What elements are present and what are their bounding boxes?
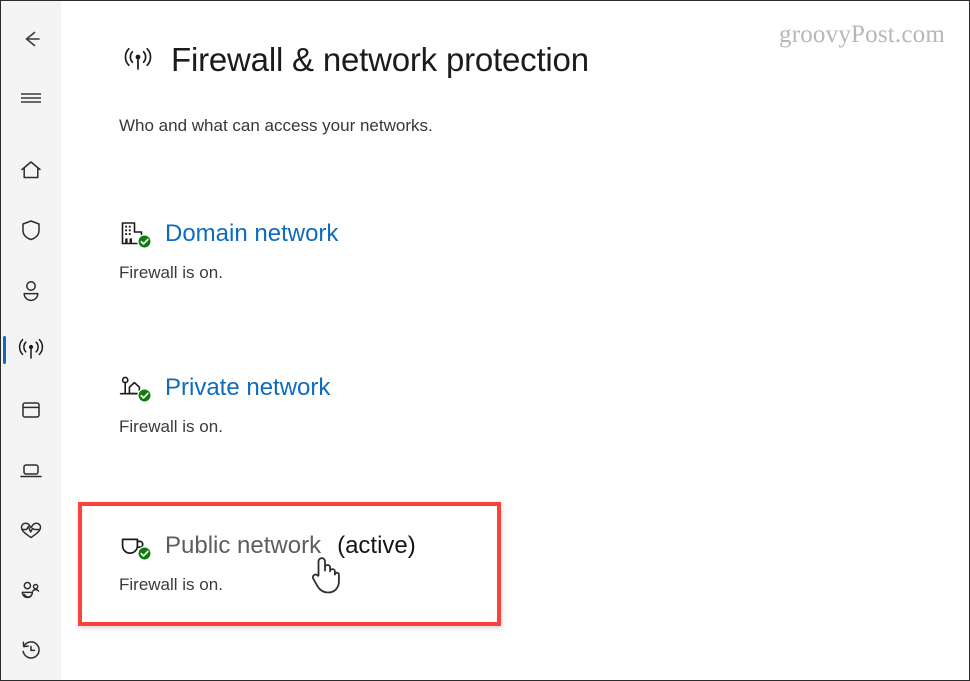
- green-check-badge: [137, 388, 152, 403]
- hamburger-menu-icon: [17, 86, 45, 110]
- network-link-domain[interactable]: Domain network: [165, 220, 338, 248]
- main-content: groovyPost.com Firewall & network protec…: [61, 1, 969, 680]
- sidebar-item-app-browser[interactable]: [1, 387, 61, 433]
- network-status-private: Firewall is on.: [119, 417, 223, 436]
- network-status-domain: Firewall is on.: [119, 263, 223, 282]
- sidebar-item-device-health[interactable]: [1, 507, 61, 553]
- back-button[interactable]: [1, 16, 61, 62]
- network-link-private[interactable]: Private network: [165, 374, 330, 402]
- network-block-public: Public network (active) Firewall is on.: [119, 531, 416, 595]
- hamburger-button[interactable]: [1, 75, 61, 121]
- history-clock-icon: [16, 635, 46, 665]
- network-link-public[interactable]: Public network: [165, 532, 321, 560]
- page-subtitle: Who and what can access your networks.: [119, 116, 433, 135]
- network-status-public: Firewall is on.: [119, 575, 223, 594]
- navigation-sidebar: [1, 1, 61, 680]
- page-header: Firewall & network protection: [119, 41, 589, 79]
- sidebar-item-firewall[interactable]: [1, 327, 61, 373]
- shield-icon: [16, 215, 46, 245]
- watermark: groovyPost.com: [779, 21, 945, 48]
- heart-pulse-icon: [15, 515, 47, 545]
- wifi-signal-icon: [15, 335, 47, 365]
- laptop-icon: [15, 455, 47, 485]
- coffee-cup-icon: [119, 531, 153, 561]
- people-family-icon: [15, 575, 47, 605]
- sidebar-item-device-security[interactable]: [1, 447, 61, 493]
- network-block-domain: Domain network Firewall is on.: [119, 219, 338, 283]
- windows-security-window: groovyPost.com Firewall & network protec…: [0, 0, 970, 681]
- green-check-badge: [137, 546, 152, 561]
- selection-indicator: [3, 336, 6, 364]
- network-header: Public network (active): [119, 531, 416, 561]
- person-icon: [16, 275, 46, 305]
- building-icon: [119, 219, 153, 249]
- sidebar-item-history[interactable]: [1, 627, 61, 673]
- network-block-private: Private network Firewall is on.: [119, 373, 330, 437]
- sidebar-item-account[interactable]: [1, 267, 61, 313]
- green-check-badge: [137, 234, 152, 249]
- sidebar-item-virus-threat[interactable]: [1, 207, 61, 253]
- back-arrow-icon: [16, 24, 46, 54]
- app-window-icon: [16, 395, 46, 425]
- network-header: Domain network: [119, 219, 338, 249]
- network-active-badge: (active): [337, 532, 416, 559]
- sidebar-item-family-options[interactable]: [1, 567, 61, 613]
- network-header: Private network: [119, 373, 330, 403]
- page-title: Firewall & network protection: [171, 41, 589, 78]
- sidebar-item-home[interactable]: [1, 147, 61, 193]
- home-icon: [16, 155, 46, 185]
- wifi-signal-icon: [119, 41, 157, 79]
- house-icon: [119, 373, 153, 403]
